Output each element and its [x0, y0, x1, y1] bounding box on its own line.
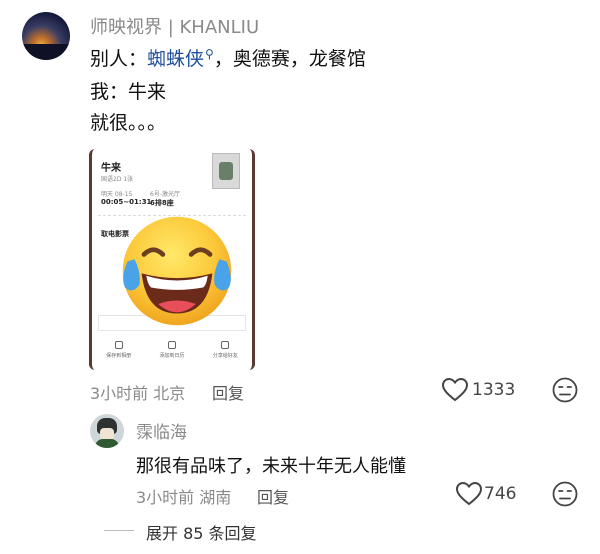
comment-text-prefix: 别人：: [90, 48, 148, 70]
ticket-seat: 6排8座: [150, 199, 174, 207]
download-icon: [114, 341, 123, 349]
author-avatar[interactable]: [22, 12, 70, 60]
post-reply-button[interactable]: 回复: [212, 380, 244, 404]
ticket-movie-title: 牛来: [101, 163, 121, 174]
expand-divider: [104, 530, 134, 531]
comment-line-3: 就很。。。: [90, 112, 167, 134]
post-time: 3小时前: [90, 384, 149, 403]
reply-meta: 3小时前 湖南: [136, 484, 231, 508]
save-album-label: 保存到相册: [106, 353, 132, 359]
reply-like-count: 746: [484, 484, 517, 504]
like-heart-icon[interactable]: [442, 378, 468, 402]
spiderman-link[interactable]: 蜘蛛侠: [147, 48, 204, 70]
movie-poster: [212, 153, 240, 189]
ticket-actions: 保存到相册 添加到日历 分享给好友: [92, 341, 252, 359]
calendar-icon: [167, 341, 176, 349]
post-meta: 3小时前 北京: [90, 380, 185, 404]
comment-line-2: 我：牛来: [90, 81, 167, 103]
avatar-body: [95, 439, 119, 448]
laughing-tears-emoji-icon: [122, 216, 232, 326]
ticket-hall: 6号-激光厅: [150, 191, 180, 198]
save-album-action: 保存到相册: [106, 341, 131, 359]
expand-replies-button[interactable]: 展开 85 条回复: [146, 520, 257, 544]
ticket-format: 国语2D 1张: [101, 176, 134, 183]
search-icon[interactable]: ⚲: [205, 47, 214, 61]
avatar-landscape: [22, 44, 70, 60]
reply-avatar[interactable]: [90, 414, 124, 448]
reply-dislike-face-icon[interactable]: [552, 481, 578, 507]
reply-like-heart-icon[interactable]: [456, 482, 482, 506]
dislike-face-icon[interactable]: [552, 377, 578, 403]
share-friend-action: 分享给好友: [213, 341, 238, 359]
post-like-count: 1333: [472, 380, 516, 400]
reply-text: 那很有品味了，未来十年无人能懂: [136, 456, 406, 477]
ticket-date: 明天 08-15: [101, 191, 133, 198]
reply-time: 3小时前: [136, 488, 195, 507]
reply-reply-button[interactable]: 回复: [257, 484, 289, 508]
share-icon: [221, 341, 230, 349]
add-calendar-action: 添加到日历: [159, 341, 185, 359]
add-calendar-label: 添加到日历: [159, 353, 185, 359]
comment-line-1: 别人：蜘蛛侠⚲，奥德赛，龙餐馆: [90, 44, 366, 71]
author-username[interactable]: 师映视界 | KHANLIU: [90, 13, 259, 39]
reply-location: 湖南: [199, 488, 232, 507]
share-friend-label: 分享给好友: [212, 353, 238, 359]
ticket-time: 00:05~01:31: [101, 198, 152, 206]
post-location: 北京: [153, 384, 186, 403]
reply-username[interactable]: 霂临海: [136, 418, 187, 443]
comment-text-suffix: ，奥德赛，龙餐馆: [213, 48, 366, 70]
